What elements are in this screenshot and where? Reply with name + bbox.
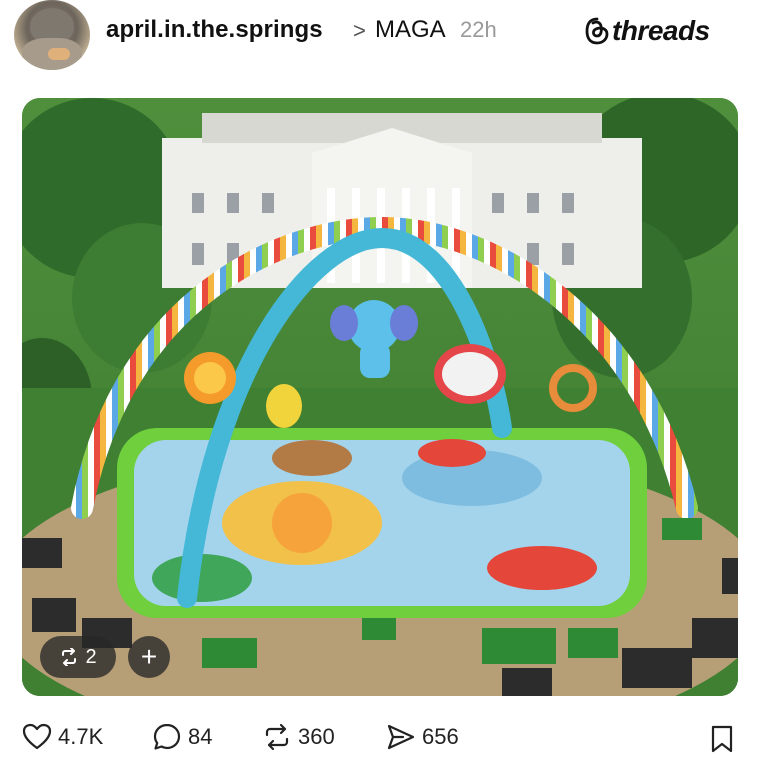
bookmark-icon [711, 725, 733, 753]
heart-icon [22, 723, 52, 750]
post-image-graphic [22, 98, 738, 696]
avatar[interactable] [14, 0, 90, 70]
action-bar: 4.7K 84 360 656 [0, 716, 760, 758]
reply-button[interactable]: 84 [152, 722, 212, 752]
threads-wordmark: threads [612, 15, 710, 46]
repost-button[interactable]: 360 [262, 722, 335, 752]
repost-arrows-icon [62, 648, 77, 666]
post-header: april.in.the.springs > MAGA 22h threads [0, 0, 760, 70]
post-timestamp: 22h [460, 17, 497, 42]
speech-bubble-icon [153, 723, 181, 750]
likes-count: 4.7K [58, 724, 104, 749]
post-image[interactable] [22, 98, 738, 696]
bookmark-button[interactable] [708, 724, 736, 758]
paper-plane-icon [387, 724, 415, 750]
replies-count: 84 [188, 724, 213, 749]
reposts-count: 360 [298, 724, 335, 749]
shares-count: 656 [422, 724, 459, 749]
repost-arrows-icon [265, 723, 289, 751]
share-button[interactable]: 656 [386, 722, 459, 752]
media-reposts-count: 2 [85, 645, 97, 668]
add-button[interactable]: + [128, 636, 170, 678]
media-reposts-button[interactable]: 2 [40, 636, 116, 678]
avatar-cat-toy [48, 48, 70, 60]
like-button[interactable]: 4.7K [22, 722, 103, 752]
threads-logo-icon [585, 17, 609, 45]
topic-tag-link[interactable]: MAGA [375, 16, 446, 44]
username-link[interactable]: april.in.the.springs [106, 16, 323, 44]
breadcrumb-separator: > [353, 18, 366, 43]
threads-logo: threads [584, 14, 710, 48]
